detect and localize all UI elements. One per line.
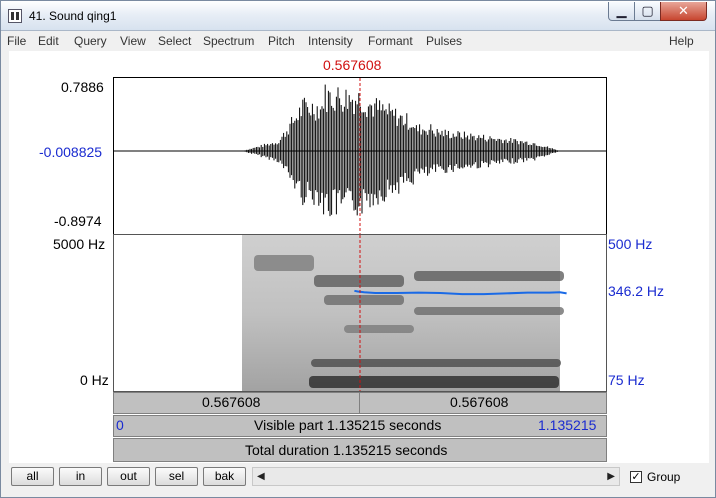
horizontal-scrollbar[interactable]: ◀ ▶ bbox=[252, 467, 620, 486]
zoom-selection-button[interactable]: sel bbox=[155, 467, 198, 486]
scroll-right-arrow-icon[interactable]: ▶ bbox=[607, 471, 615, 482]
time-bar-left-label: 0.567608 bbox=[202, 394, 261, 410]
menu-view[interactable]: View bbox=[120, 34, 146, 48]
spectrogram-formant-band bbox=[309, 376, 559, 388]
waveform-svg bbox=[114, 78, 606, 234]
spectrogram-svg bbox=[242, 235, 567, 391]
scroll-left-arrow-icon[interactable]: ◀ bbox=[257, 471, 265, 482]
menu-intensity[interactable]: Intensity bbox=[308, 34, 353, 48]
pitch-bottom-label: 75 Hz bbox=[608, 372, 645, 388]
spectrogram-panel[interactable] bbox=[113, 234, 607, 392]
total-duration-text: Total duration 1.135215 seconds bbox=[245, 442, 448, 458]
menu-pulses[interactable]: Pulses bbox=[426, 34, 462, 48]
menu-edit[interactable]: Edit bbox=[38, 34, 59, 48]
group-label: Group bbox=[647, 470, 681, 484]
menu-select[interactable]: Select bbox=[158, 34, 191, 48]
title-bar: 41. Sound qing1 ▁ ▢ ✕ bbox=[1, 1, 715, 31]
menu-file[interactable]: File bbox=[7, 34, 26, 48]
spectrogram-bottom-freq-label: 0 Hz bbox=[80, 372, 109, 388]
time-bar-right-label: 0.567608 bbox=[450, 394, 509, 410]
menu-bar: File Edit Query View Select Spectrum Pit… bbox=[1, 31, 715, 51]
menu-help[interactable]: Help bbox=[669, 34, 694, 48]
visible-part-text: Visible part 1.135215 seconds bbox=[254, 417, 442, 433]
menu-query[interactable]: Query bbox=[74, 34, 107, 48]
pitch-value-label: 346.2 Hz bbox=[608, 283, 665, 299]
spectrogram-formant-band bbox=[254, 255, 314, 271]
close-button[interactable]: ✕ bbox=[660, 2, 707, 21]
group-checkbox[interactable]: ✓ bbox=[630, 471, 642, 483]
window-title: 41. Sound qing1 bbox=[29, 9, 117, 23]
waveform-mid-label: -0.008825 bbox=[39, 144, 103, 160]
visible-start-label: 0 bbox=[116, 417, 124, 433]
spectrogram-top-freq-label: 5000 Hz bbox=[53, 236, 106, 252]
maximize-button[interactable]: ▢ bbox=[634, 2, 661, 21]
waveform-max-label: 0.7886 bbox=[61, 79, 104, 95]
cursor-time-label: 0.567608 bbox=[323, 57, 382, 73]
menu-formant[interactable]: Formant bbox=[368, 34, 413, 48]
time-bar-right[interactable]: 0.567608 bbox=[359, 392, 607, 414]
pitch-top-label: 500 Hz bbox=[608, 236, 653, 252]
spectrogram-formant-band bbox=[414, 271, 564, 281]
spectrogram-formant-band bbox=[414, 307, 564, 315]
zoom-all-button[interactable]: all bbox=[11, 467, 54, 486]
menu-spectrum[interactable]: Spectrum bbox=[203, 34, 254, 48]
spectrogram-formant-band bbox=[314, 275, 404, 287]
bottom-control-bar: all in out sel bak ◀ ▶ ✓ Group bbox=[1, 463, 715, 497]
praat-sound-window: 41. Sound qing1 ▁ ▢ ✕ File Edit Query Vi… bbox=[0, 0, 716, 498]
zoom-back-button[interactable]: bak bbox=[203, 467, 246, 486]
total-duration-bar[interactable]: Total duration 1.135215 seconds bbox=[113, 438, 607, 462]
menu-pitch[interactable]: Pitch bbox=[268, 34, 295, 48]
spectrogram-formant-band bbox=[324, 295, 404, 305]
waveform-trace bbox=[243, 84, 560, 217]
waveform-min-label: -0.8974 bbox=[54, 213, 102, 229]
visible-part-bar[interactable]: 0 Visible part 1.135215 seconds 1.135215 bbox=[113, 415, 607, 437]
spectrogram-formant-band bbox=[344, 325, 414, 333]
praat-app-icon bbox=[8, 9, 22, 23]
zoom-in-button[interactable]: in bbox=[59, 467, 102, 486]
time-bar-left[interactable]: 0.567608 bbox=[113, 392, 360, 414]
spectrogram-formant-band bbox=[311, 359, 561, 367]
zoom-out-button[interactable]: out bbox=[107, 467, 150, 486]
waveform-panel[interactable] bbox=[113, 77, 607, 235]
minimize-button[interactable]: ▁ bbox=[608, 2, 635, 21]
visible-end-label: 1.135215 bbox=[538, 417, 597, 433]
